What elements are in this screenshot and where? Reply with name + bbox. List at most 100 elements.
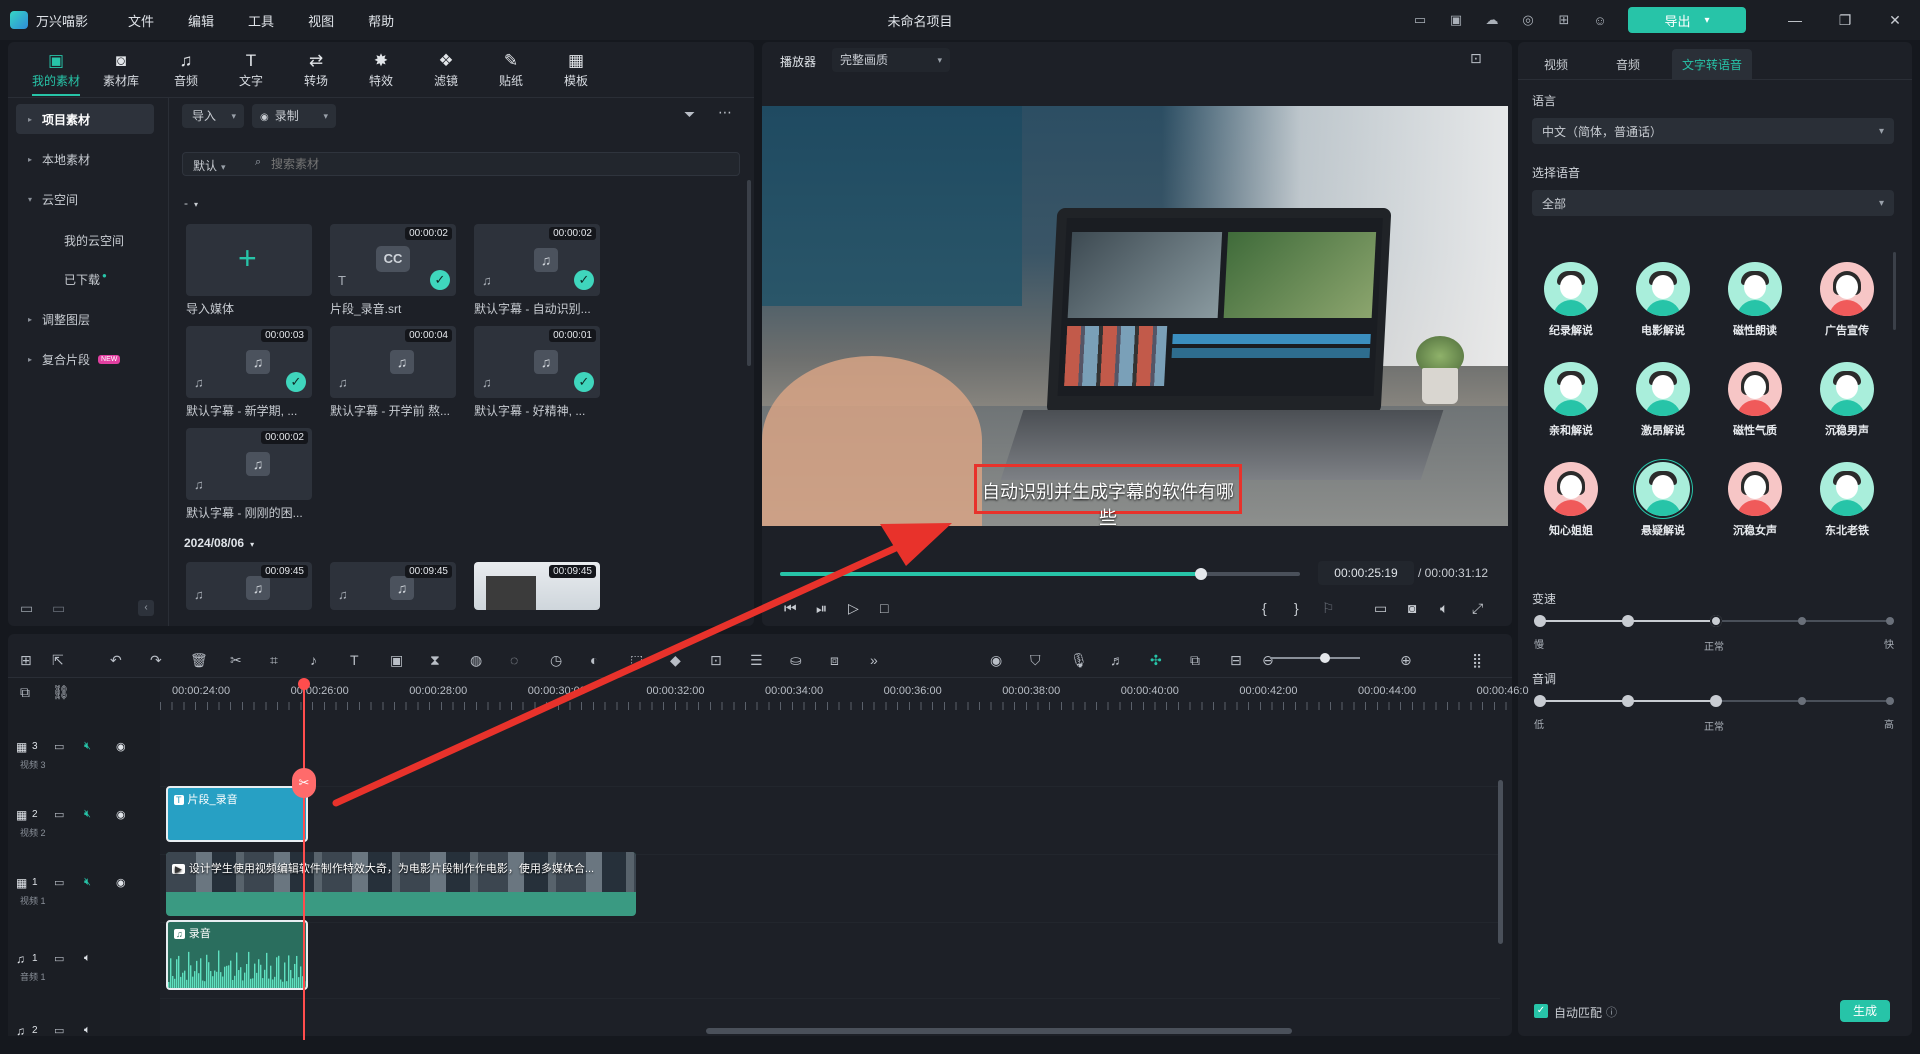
tab-template[interactable]: ▦ 模板 <box>544 50 608 94</box>
sidebar-item-local[interactable]: ▸ 本地素材 <box>16 144 154 174</box>
progress-track[interactable] <box>780 568 1300 580</box>
pitch-slider[interactable] <box>1534 695 1894 707</box>
voice-option[interactable]: 悬疑解说 <box>1626 462 1700 538</box>
zoom-out-icon[interactable]: ⊖ <box>1262 652 1274 669</box>
menu-file[interactable]: 文件 <box>128 11 154 30</box>
voice-option[interactable]: 磁性朗读 <box>1718 262 1792 338</box>
support-icon[interactable]: ◎ <box>1516 8 1540 32</box>
select-icon[interactable]: ⇱ <box>52 652 64 669</box>
voice-option[interactable]: 知心姐姐 <box>1534 462 1608 538</box>
menu-help[interactable]: 帮助 <box>368 11 394 30</box>
grid-icon[interactable]: ⊞ <box>20 652 32 669</box>
audio-track-header[interactable]: ♫ 2 ▭ 🔈︎ <box>16 1024 146 1054</box>
sidebar-sub-mycloud[interactable]: 我的云空间 <box>64 232 124 249</box>
date-group-header[interactable]: 2024/08/06 ▾ <box>184 536 254 550</box>
speed-slider[interactable] <box>1534 615 1894 627</box>
mask-icon[interactable]: ▣ <box>390 652 403 669</box>
eye-icon[interactable]: ◉ <box>116 740 126 753</box>
playhead-head[interactable] <box>298 678 310 690</box>
speed-icon[interactable]: ⧗ <box>430 652 440 669</box>
video-track-header[interactable]: ▦ 2 ▭ 🔇︎ ◉ 视频 2 <box>16 808 146 838</box>
palette-icon[interactable]: ◐ <box>590 652 598 668</box>
sidebar-sub-downloaded[interactable]: 已下载 ● <box>64 271 107 288</box>
volume-icon[interactable]: 🔈︎ <box>84 1024 91 1037</box>
folder-icon[interactable]: ▭ <box>54 740 64 753</box>
user-icon[interactable]: ☺ <box>1588 8 1612 32</box>
media-item[interactable]: ♫ ♫ 00:00:02 默认字幕 - 刚刚的困... <box>186 428 312 521</box>
menu-edit[interactable]: 编辑 <box>188 11 214 30</box>
import-dropdown[interactable]: 导入 ▾ <box>182 104 244 128</box>
group-header[interactable]: - ▾ <box>184 196 198 210</box>
media-scrollbar[interactable] <box>747 180 751 366</box>
close-button[interactable]: ✕ <box>1870 0 1920 40</box>
audio-mute-icon[interactable]: 🔇︎ <box>84 740 91 753</box>
folder-icon[interactable]: ▭ <box>54 1024 64 1037</box>
tab-filter[interactable]: ❖ 滤镜 <box>414 50 478 94</box>
mark-in-icon[interactable]: { <box>1262 600 1267 616</box>
link-icon[interactable]: ⛓ <box>52 684 70 701</box>
eye-icon[interactable]: ◉ <box>116 876 126 889</box>
media-item[interactable]: ♫ ♫ 00:00:02 ✓ 默认字幕 - 自动识别... <box>474 224 600 317</box>
new-folder-icon[interactable]: ▭ <box>20 600 33 617</box>
collapse-sidebar-icon[interactable]: ‹ <box>138 600 154 616</box>
split-scissors-icon[interactable]: ✂ <box>292 768 316 798</box>
redo-icon[interactable]: ↷ <box>150 652 162 669</box>
detach-icon[interactable]: ⛀ <box>790 652 802 669</box>
voiceover-icon[interactable]: ♬ <box>1110 652 1124 668</box>
zoom-knob[interactable] <box>1320 653 1330 663</box>
video-clip[interactable]: ▶ 设计学生使用视频编辑软件制作特效大奇，为电影片段制作作电影，使用多媒体合... <box>166 852 636 916</box>
speed-knob[interactable] <box>1710 615 1722 627</box>
folder-icon[interactable]: ▭ <box>54 952 64 965</box>
maximize-button[interactable]: ❐ <box>1820 0 1870 40</box>
timeline-hscroll[interactable] <box>706 1028 1292 1034</box>
play-icon[interactable]: ▷ <box>848 600 859 617</box>
crop-icon[interactable]: ⌗ <box>270 652 278 669</box>
stop-icon[interactable]: □ <box>880 600 888 616</box>
layout-icon[interactable]: ▭ <box>1408 8 1432 32</box>
voice-option[interactable]: 沉稳男声 <box>1810 362 1884 438</box>
media-item[interactable]: ♫ ♫ 00:09:45 <box>330 562 456 610</box>
voice-filter-select[interactable]: 全部 ▾ <box>1532 190 1894 216</box>
tab-effects[interactable]: ✸ 特效 <box>349 50 413 94</box>
media-item[interactable]: ♫ ♫ 00:00:04 默认字幕 - 开学前 熬... <box>330 326 456 419</box>
video-preview[interactable]: 自动识别并生成字幕的软件有哪些 <box>762 106 1508 526</box>
transform-icon[interactable]: ⬚ <box>630 652 643 669</box>
help-icon[interactable]: ⓘ <box>1606 1004 1617 1020</box>
save-icon[interactable]: ▣ <box>1444 8 1468 32</box>
cloud-icon[interactable]: ☁ <box>1480 8 1504 32</box>
timeline-ruler[interactable] <box>160 678 1512 710</box>
fullscreen-icon[interactable]: ⤢ <box>1472 600 1483 617</box>
fit-timeline-icon[interactable]: ⊟ <box>1230 652 1242 669</box>
sidebar-item-compound[interactable]: ▸ 复合片段 NEW <box>16 344 154 374</box>
voice-option[interactable]: 沉稳女声 <box>1718 462 1792 538</box>
media-item[interactable]: ♫ ♫ 00:00:03 ✓ 默认字幕 - 新学期, ... <box>186 326 312 419</box>
adjust-icon[interactable]: ☰ <box>750 652 763 669</box>
pip-icon[interactable]: ⧉ <box>1190 652 1200 669</box>
add-track-icon[interactable]: ⧉ <box>20 684 30 701</box>
record-dropdown[interactable]: ◉ 录制 ▾ <box>252 104 336 128</box>
voice-option[interactable]: 激昂解说 <box>1626 362 1700 438</box>
zoom-in-icon[interactable]: ⊕ <box>1400 652 1412 669</box>
prev-frame-icon[interactable]: ⏮ <box>784 600 797 617</box>
tab-video[interactable]: 视频 <box>1530 49 1582 79</box>
sidebar-item-project[interactable]: ▸ 项目素材 <box>16 104 154 134</box>
tab-audio[interactable]: 音频 <box>1602 49 1654 79</box>
video-track-header[interactable]: ▦ 1 ▭ 🔇︎ ◉ 视频 1 <box>16 876 146 906</box>
playhead-line[interactable] <box>303 682 305 1040</box>
import-media-card[interactable]: + 导入媒体 <box>186 224 312 317</box>
fit-icon[interactable]: ⊡ <box>710 652 722 669</box>
undo-icon[interactable]: ↶ <box>110 652 122 669</box>
auto-match-checkbox[interactable]: ✓ <box>1534 1004 1548 1018</box>
timeline-vscroll[interactable] <box>1498 780 1503 944</box>
timer-icon[interactable]: ◷ <box>550 652 562 669</box>
search-input[interactable] <box>271 155 671 173</box>
mark-out-icon[interactable]: } <box>1294 600 1299 616</box>
sidebar-item-cloud[interactable]: ▾ 云空间 <box>16 184 154 214</box>
minimize-button[interactable]: — <box>1770 0 1820 40</box>
audio-track-header[interactable]: ♫ 1 ▭ 🔈︎ 音频 1 <box>16 952 146 982</box>
sort-dropdown[interactable]: 默认 ▾ <box>193 157 226 174</box>
filter-icon[interactable]: ⏷ <box>684 106 695 123</box>
freeze-icon[interactable]: ⧈ <box>830 652 839 669</box>
language-select[interactable]: 中文（简体，普通话） ▾ <box>1532 118 1894 144</box>
cut-icon[interactable]: ✂ <box>230 652 242 669</box>
